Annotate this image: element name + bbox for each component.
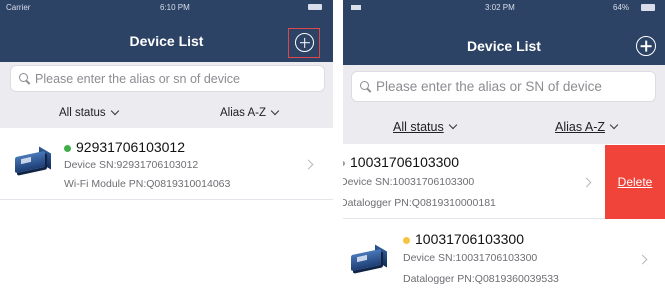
status-filter[interactable]: All status [59, 106, 119, 119]
status-filter[interactable]: All status [393, 120, 457, 134]
search-icon [19, 73, 30, 84]
device-alias: 92931706103012 [76, 139, 186, 155]
chevron-down-icon [609, 120, 619, 130]
device-sn: Device SN:92931706103012 [64, 159, 199, 171]
search-placeholder: Please enter the alias or SN of device [376, 79, 602, 94]
status-dot [343, 160, 345, 166]
sort-filter-label: Alias A-Z [555, 120, 606, 134]
datalogger-pn: Datalogger PN:Q0819310000181 [343, 197, 496, 209]
device-sn: Device SN:10031706103300 [403, 252, 538, 264]
status-bar: 3:02 PM 64% [343, 0, 665, 16]
filter-bar: All status Alias A-Z [0, 96, 333, 128]
page-title: Device List [129, 33, 204, 49]
search-area: Please enter the alias or sn of device [0, 62, 333, 96]
online-status-dot [64, 144, 71, 152]
page-title: Device List [467, 38, 541, 54]
device-alias: 10031706103300 [350, 154, 460, 170]
status-time: 3:02 PM [485, 3, 515, 12]
device-row-swiped[interactable]: 10031706103300 Device SN:10031706103300 … [343, 145, 665, 219]
chevron-down-icon [110, 106, 119, 116]
device-sn: Device SN:10031706103300 [343, 176, 475, 188]
filter-bar: All status Alias A-Z [343, 110, 665, 144]
search-area: Please enter the alias or SN of device [343, 65, 665, 110]
signal-icon [351, 5, 361, 10]
battery-icon [308, 4, 322, 10]
device-row[interactable]: 10031706103300 Device SN:10031706103300 … [343, 222, 665, 294]
device-row[interactable]: 92931706103012 Device SN:92931706103012 … [0, 130, 333, 200]
battery-icon [641, 4, 655, 11]
warning-status-dot [403, 236, 410, 244]
device-title: 10031706103300 [403, 231, 524, 247]
search-input[interactable]: Please enter the alias or SN of device [351, 71, 656, 102]
status-filter-label: All status [393, 120, 444, 134]
inverter-device-icon [15, 146, 55, 178]
add-device-button[interactable] [295, 33, 314, 52]
screenshot-stage: Carrier 6:10 PM Device List Please enter… [0, 0, 665, 294]
device-title: 10031706103300 [343, 154, 459, 170]
left-phone-screen: Carrier 6:10 PM Device List Please enter… [0, 0, 333, 294]
device-alias: 10031706103300 [415, 231, 525, 247]
search-placeholder: Please enter the alias or sn of device [35, 71, 240, 86]
search-icon [360, 81, 371, 92]
add-device-button[interactable] [636, 36, 656, 56]
sort-filter[interactable]: Alias A-Z [220, 106, 280, 119]
chevron-right-icon [581, 177, 592, 188]
search-input[interactable]: Please enter the alias or sn of device [10, 65, 325, 92]
status-filter-label: All status [59, 107, 106, 119]
navigation-bar: Carrier 6:10 PM Device List [0, 0, 333, 62]
chevron-down-icon [448, 120, 457, 130]
module-pn: Wi-Fi Module PN:Q0819310014063 [64, 178, 231, 190]
sort-filter[interactable]: Alias A-Z [555, 120, 619, 134]
chevron-down-icon [270, 106, 280, 116]
battery-percent: 64% [613, 3, 630, 12]
datalogger-pn: Datalogger PN:Q0819360039533 [403, 273, 559, 285]
chevron-right-icon [303, 159, 314, 170]
delete-button[interactable]: Delete [605, 145, 665, 219]
sort-filter-label: Alias A-Z [220, 107, 267, 119]
inverter-device-icon [351, 244, 391, 276]
carrier-label: Carrier [6, 3, 31, 12]
status-time: 6:10 PM [160, 3, 190, 12]
right-phone-screen: 3:02 PM 64% Device List Please enter the… [343, 0, 665, 294]
device-title: 92931706103012 [64, 139, 185, 155]
navigation-bar: 3:02 PM 64% Device List [343, 0, 665, 65]
status-bar: Carrier 6:10 PM [0, 0, 333, 14]
chevron-right-icon [637, 254, 648, 265]
